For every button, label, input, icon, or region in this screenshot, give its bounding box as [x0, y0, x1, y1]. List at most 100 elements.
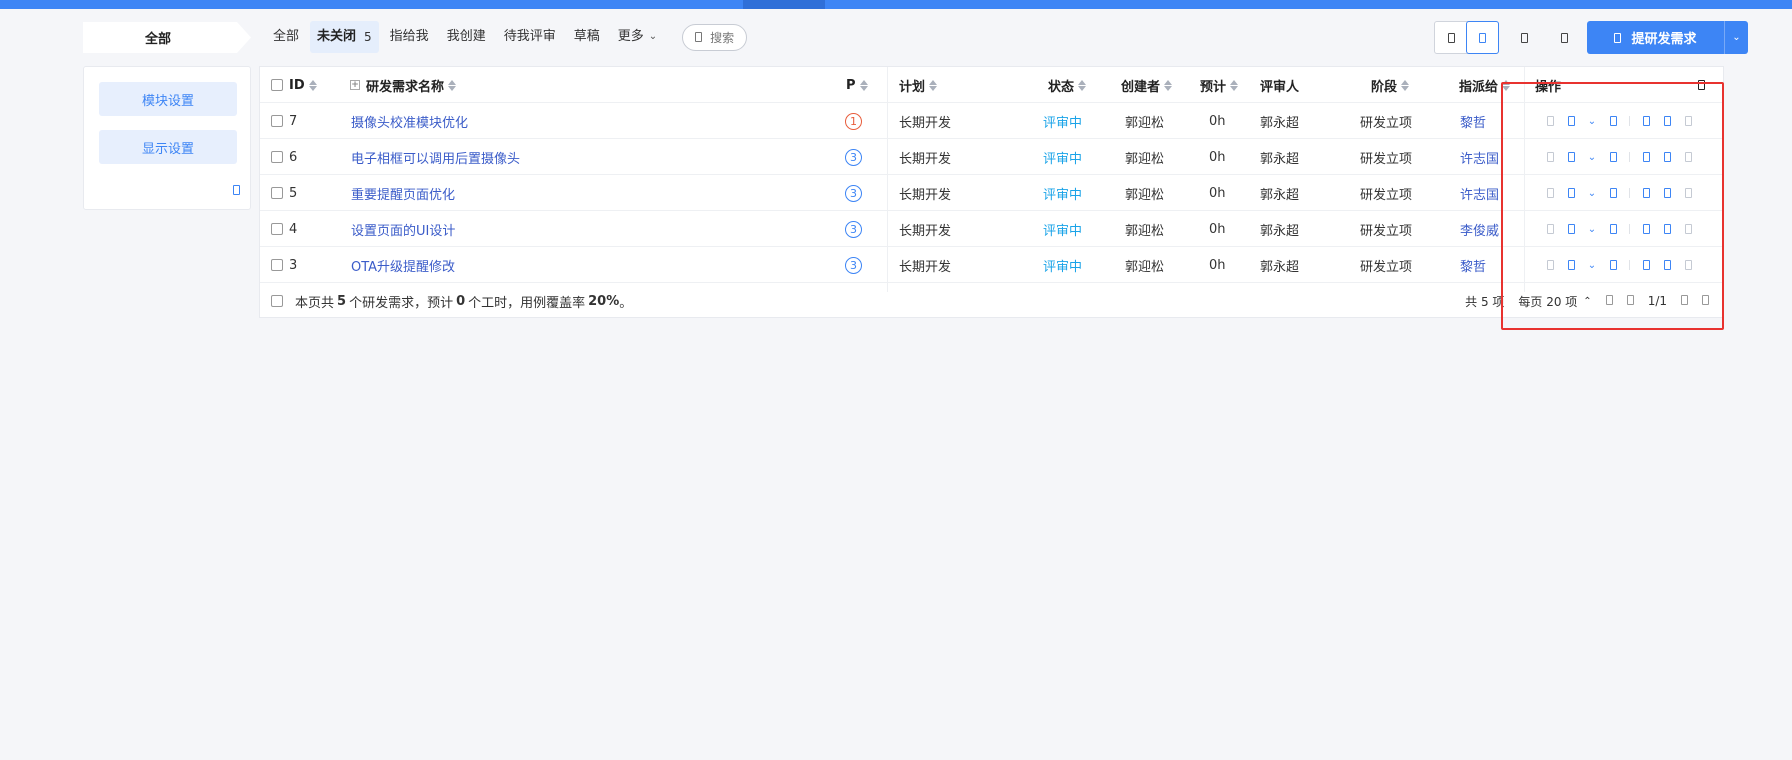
row-assignee[interactable]: 黎哲	[1460, 103, 1520, 139]
first-page-button[interactable]	[1605, 294, 1613, 308]
create-case-icon[interactable]	[1660, 224, 1674, 234]
summary-coverage: 20%	[588, 293, 620, 309]
prev-page-button[interactable]	[1626, 294, 1634, 308]
col-name[interactable]: + 研发需求名称	[350, 67, 650, 103]
list-view-button[interactable]	[1435, 22, 1467, 53]
table-row[interactable]: 7 摄像头校准模块优化 1 长期开发 评审中 郭迎松 0h 郭永超 研发立项 黎…	[260, 103, 1723, 139]
chevron-down-icon: ⌄	[648, 31, 658, 42]
row-actions: ⌄	[1543, 175, 1723, 211]
requirement-link[interactable]: OTA升级提醒修改	[351, 256, 455, 275]
edit-icon[interactable]	[1639, 116, 1653, 126]
review-icon[interactable]	[1564, 224, 1578, 234]
chevron-down-icon: ⌄	[1732, 32, 1741, 43]
review-icon[interactable]	[1564, 116, 1578, 126]
col-reviewer-label: 评审人	[1260, 79, 1300, 95]
sort-icon	[448, 79, 457, 91]
scope-tab[interactable]: 全部	[83, 22, 251, 53]
select-page-checkbox[interactable]	[271, 295, 283, 307]
close-icon[interactable]	[1606, 116, 1620, 126]
chevron-down-icon[interactable]: ⌄	[1585, 152, 1599, 163]
table-footer: 本页共 5 个研发需求，预计 0 个工时，用例覆盖率 20% 。 共 5 项 每…	[260, 283, 1723, 319]
search-button[interactable]: 搜索	[682, 23, 748, 51]
requirement-link[interactable]: 电子相框可以调用后置摄像头	[351, 148, 520, 167]
create-dropdown-button[interactable]: ⌄	[1724, 21, 1748, 54]
tab-assigned-to-me[interactable]: 指给我	[383, 21, 436, 53]
import-button[interactable]	[1549, 21, 1579, 54]
create-case-icon[interactable]	[1660, 260, 1674, 270]
col-creator[interactable]: 创建者	[1121, 67, 1191, 103]
col-assignee[interactable]: 指派给	[1459, 67, 1529, 103]
col-id-label: ID	[289, 77, 305, 93]
tab-unclosed[interactable]: 未关闭 5	[310, 21, 379, 53]
summary-count: 5	[337, 293, 347, 309]
row-assignee[interactable]: 李俊威	[1460, 211, 1520, 247]
review-icon[interactable]	[1564, 152, 1578, 162]
split-icon	[1681, 116, 1695, 126]
requirement-link[interactable]: 重要提醒页面优化	[351, 184, 455, 203]
table-row[interactable]: 4 设置页面的UI设计 3 长期开发 评审中 郭迎松 0h 郭永超 研发立项 李…	[260, 211, 1723, 247]
row-assignee[interactable]: 许志国	[1460, 139, 1520, 175]
col-stage[interactable]: 阶段	[1371, 67, 1431, 103]
filter-tabs: 全部 未关闭 5 指给我 我创建 待我评审 草稿 更多 ⌄ 搜索	[266, 21, 748, 53]
row-assignee[interactable]: 黎哲	[1460, 247, 1520, 283]
review-icon[interactable]	[1564, 260, 1578, 270]
chevron-down-icon[interactable]: ⌄	[1585, 188, 1599, 199]
last-page-button[interactable]	[1702, 294, 1709, 308]
expand-all-icon[interactable]: +	[350, 80, 360, 90]
tab-to-review[interactable]: 待我评审	[497, 21, 563, 53]
row-checkbox[interactable]	[271, 115, 283, 127]
summary-text: 个研发需求，预计	[349, 295, 454, 311]
create-requirement-button[interactable]: 提研发需求	[1587, 21, 1724, 54]
requirement-link[interactable]: 摄像头校准模块优化	[351, 112, 468, 131]
table-row[interactable]: 6 电子相框可以调用后置摄像头 3 长期开发 评审中 郭迎松 0h 郭永超 研发…	[260, 139, 1723, 175]
close-icon[interactable]	[1606, 152, 1620, 162]
split-icon	[1681, 224, 1695, 234]
row-checkbox[interactable]	[271, 187, 283, 199]
row-checkbox[interactable]	[271, 259, 283, 271]
column-settings-button[interactable]	[1698, 67, 1718, 103]
col-estimate[interactable]: 预计	[1200, 67, 1260, 103]
row-estimate: 0h	[1209, 221, 1226, 237]
requirement-link[interactable]: 设置页面的UI设计	[351, 220, 455, 239]
col-status[interactable]: 状态	[1048, 67, 1108, 103]
col-plan[interactable]: 计划	[899, 67, 979, 103]
table-row[interactable]: 3 OTA升级提醒修改 3 长期开发 评审中 郭迎松 0h 郭永超 研发立项 黎…	[260, 247, 1723, 283]
edit-icon[interactable]	[1639, 152, 1653, 162]
next-page-button[interactable]	[1681, 294, 1688, 308]
create-case-icon[interactable]	[1660, 188, 1674, 198]
tab-created-by-me[interactable]: 我创建	[440, 21, 493, 53]
per-page-select[interactable]: 每页 20 项 ⌃	[1518, 293, 1591, 310]
collapse-sidebar-icon[interactable]	[233, 184, 240, 199]
close-icon[interactable]	[1606, 260, 1620, 270]
tab-all[interactable]: 全部	[266, 21, 306, 53]
chevron-down-icon[interactable]: ⌄	[1585, 116, 1599, 127]
col-id[interactable]: ID	[271, 67, 331, 103]
edit-icon[interactable]	[1639, 260, 1653, 270]
tab-more[interactable]: 更多 ⌄	[611, 21, 664, 53]
chevron-down-icon[interactable]: ⌄	[1585, 260, 1599, 271]
create-case-icon[interactable]	[1660, 116, 1674, 126]
pager: 共 5 项 每页 20 项 ⌃ 1/1	[1465, 283, 1709, 319]
display-settings-button[interactable]: 显示设置	[99, 130, 237, 164]
review-icon[interactable]	[1564, 188, 1578, 198]
select-all-checkbox[interactable]	[271, 79, 283, 91]
edit-icon[interactable]	[1639, 188, 1653, 198]
chevron-down-icon[interactable]: ⌄	[1585, 224, 1599, 235]
table-row[interactable]: 5 重要提醒页面优化 3 长期开发 评审中 郭迎松 0h 郭永超 研发立项 许志…	[260, 175, 1723, 211]
close-icon[interactable]	[1606, 188, 1620, 198]
export-button[interactable]	[1509, 21, 1539, 54]
action-divider	[1629, 260, 1630, 270]
row-plan: 长期开发	[899, 151, 952, 167]
tab-drafts[interactable]: 草稿	[567, 21, 607, 53]
sort-icon	[308, 79, 317, 91]
close-icon[interactable]	[1606, 224, 1620, 234]
row-checkbox[interactable]	[271, 151, 283, 163]
edit-icon[interactable]	[1639, 224, 1653, 234]
tree-view-button[interactable]	[1466, 21, 1499, 54]
create-case-icon[interactable]	[1660, 152, 1674, 162]
row-assignee[interactable]: 许志国	[1460, 175, 1520, 211]
row-checkbox[interactable]	[271, 223, 283, 235]
col-priority[interactable]: P	[846, 67, 886, 103]
row-stage: 研发立项	[1360, 151, 1413, 167]
module-settings-button[interactable]: 模块设置	[99, 82, 237, 116]
